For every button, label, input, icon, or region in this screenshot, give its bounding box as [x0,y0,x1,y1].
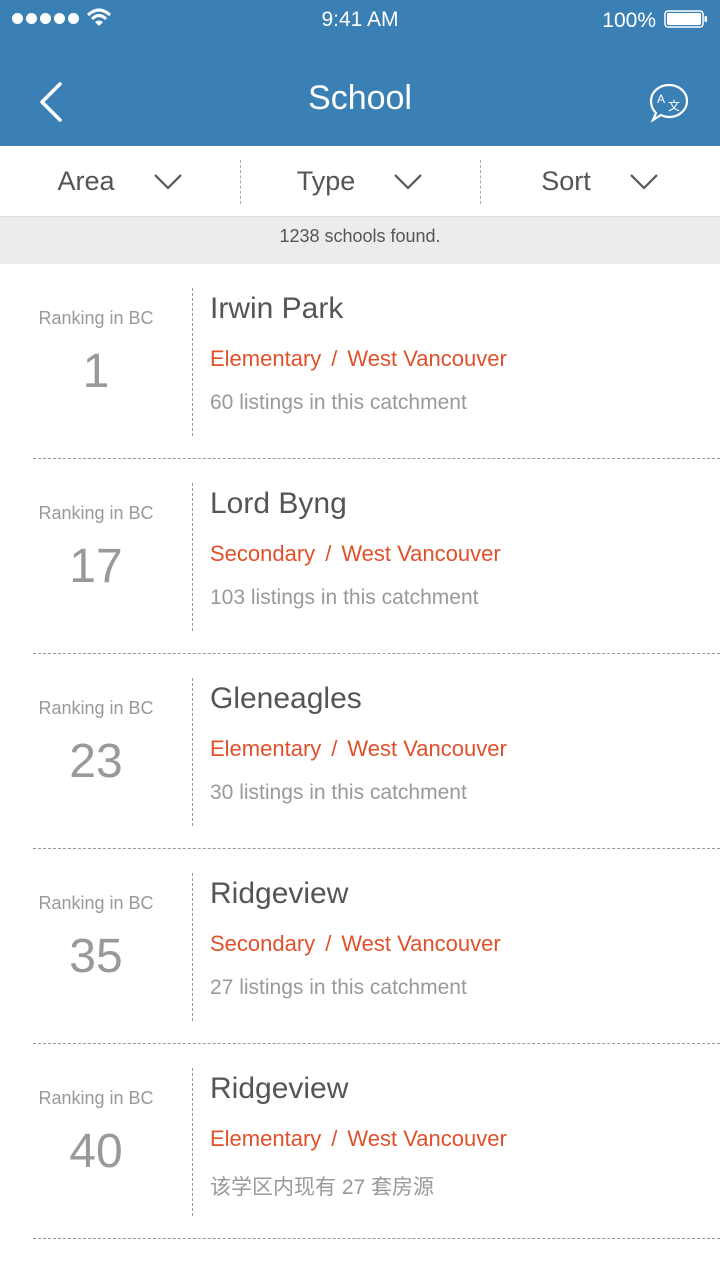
rank-label: Ranking in BC [38,698,154,718]
svg-text:A: A [657,92,665,106]
school-area: West Vancouver [347,346,507,371]
school-meta: Elementary / West Vancouver [210,736,507,762]
school-type: Secondary [210,931,316,956]
filter-area-label: Area [57,165,115,196]
listings-count: 27 listings in this catchment [210,976,467,999]
filter-type[interactable]: Type [240,146,480,216]
rank-label: Ranking in BC [38,893,154,913]
school-name: Ridgeview [210,877,349,910]
school-meta: Elementary / West Vancouver [210,346,507,372]
divider [192,288,193,436]
top-bar: 9:41 AM 100% School A 文 [0,0,720,146]
rank-label: Ranking in BC [38,503,154,523]
school-area: West Vancouver [347,736,507,761]
school-type: Secondary [210,541,316,566]
battery-icon [664,10,707,28]
rank-label: Ranking in BC [38,308,154,328]
listings-count: 103 listings in this catchment [210,586,479,609]
school-row[interactable]: Ranking in BC 35 Ridgeview Secondary / Wes… [0,849,720,1044]
school-meta: Elementary / West Vancouver [210,1126,507,1152]
divider [192,678,193,826]
filter-area[interactable]: Area [0,146,240,216]
school-row[interactable]: Ranking in BC 23 Gleneagles Elementary / W… [0,654,720,849]
meta-separator: / [325,931,332,956]
school-area: West Vancouver [341,931,501,956]
meta-separator: / [331,736,338,761]
rank-number: 1 [82,345,110,398]
school-type: Elementary [210,1126,322,1151]
filter-sort[interactable]: Sort [480,146,720,216]
listings-count: 60 listings in this catchment [210,391,467,414]
school-row[interactable]: Ranking in BC 40 Ridgeview Elementary / We… [0,1044,720,1239]
school-row[interactable]: Ranking in BC 1 Irwin Park Elementary / We… [0,264,720,459]
battery-percent: 100% [602,9,656,32]
meta-separator: / [331,1126,338,1151]
divider [192,873,193,1021]
school-meta: Secondary / West Vancouver [210,931,501,957]
school-row[interactable]: Ranking in BC 17 Lord Byng Secondary / Wes… [0,459,720,654]
svg-text:文: 文 [668,98,680,113]
school-list: Ranking in BC 1 Irwin Park Elementary / We… [0,264,720,1239]
filter-sort-label: Sort [541,165,591,196]
school-name: Irwin Park [210,292,344,325]
rank-label: Ranking in BC [38,1088,154,1108]
listings-count: 该学区内现有 27 套房源 [210,1176,435,1199]
chevron-down-icon [629,174,658,190]
chevron-down-icon [394,174,423,190]
rank-number: 40 [69,1125,123,1178]
school-meta: Secondary / West Vancouver [210,541,501,567]
school-type: Elementary [210,736,322,761]
meta-separator: / [331,346,338,371]
school-type: Elementary [210,346,322,371]
rank-number: 35 [69,930,123,983]
translate-icon[interactable]: A 文 [648,82,690,124]
page-title: School [308,79,412,117]
school-name: Gleneagles [210,682,362,715]
rank-number: 17 [69,540,123,593]
divider [192,483,193,631]
listings-count: 30 listings in this catchment [210,781,467,804]
chevron-down-icon [153,174,182,190]
nav-bar: School A 文 [0,40,720,146]
status-bar: 9:41 AM 100% [0,0,720,40]
rank-number: 23 [69,735,123,788]
divider [192,1068,193,1216]
filter-type-label: Type [296,165,356,196]
school-area: West Vancouver [341,541,501,566]
school-area: West Vancouver [347,1126,507,1151]
filter-bar: Area Type Sort [0,146,720,217]
school-name: Ridgeview [210,1072,349,1105]
school-name: Lord Byng [210,487,347,520]
meta-separator: / [325,541,332,566]
results-count: 1238 schools found. [0,217,720,264]
